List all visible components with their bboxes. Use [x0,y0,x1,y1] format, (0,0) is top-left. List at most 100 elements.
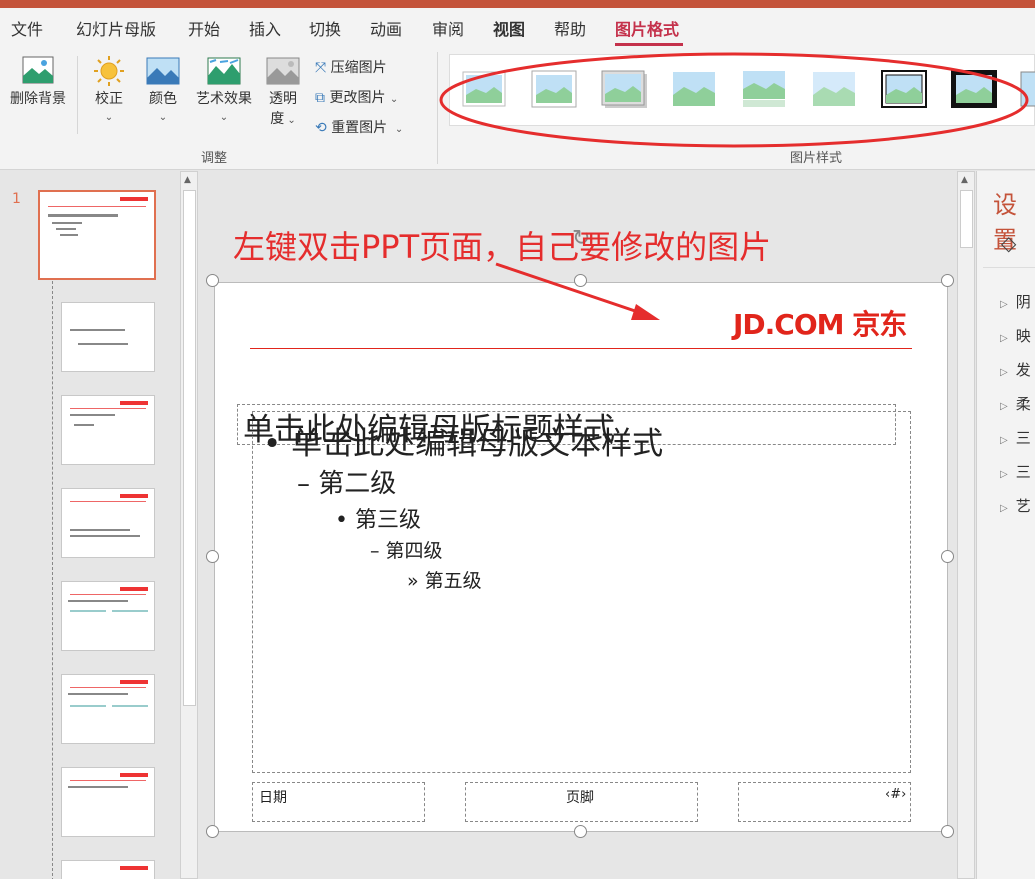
pane-section-3d-format[interactable]: ▷ 三 [1000,427,1031,448]
resize-handle-bottom-right[interactable] [941,825,954,838]
scrollbar-thumb[interactable] [960,190,973,248]
annotation-arrow-icon [495,262,660,320]
color-label: 颜色 [149,91,177,107]
tab-home[interactable]: 开始 [188,16,220,40]
resize-handle-bottom[interactable] [574,825,587,838]
fill-line-icon[interactable]: ◇ [1001,231,1016,255]
corrections-label: 校正 [95,91,123,107]
transparency-icon [266,57,300,85]
tab-transitions[interactable]: 切换 [309,16,341,40]
expand-triangle-icon: ▷ [1000,401,1008,412]
chevron-down-icon: ⌄ [104,112,114,123]
slide-thumbnail-layout[interactable] [61,674,155,744]
editor-scrollbar[interactable]: ▲ [957,171,975,879]
page-number-placeholder[interactable]: ‹#› [738,782,911,822]
compress-label: 压缩图片 [330,60,387,76]
ribbon: 删除背景 校正 ⌄ 颜色 ⌄ 艺术效果 ⌄ 透明 度 ⌄ ⤧ 压缩图片 ⧉ 更改… [0,46,1035,170]
transparency-label-2: 度 [270,111,285,127]
expand-triangle-icon: ▷ [1000,469,1008,480]
body-level-1: • 单击此处编辑母版文本样式 [263,426,664,462]
tab-help[interactable]: 帮助 [554,16,586,40]
picture-color-icon [146,57,180,85]
slide-thumbnail-layout[interactable] [61,767,155,837]
tab-insert[interactable]: 插入 [249,16,281,40]
reset-picture-button[interactable]: ⟲ 重置图片 ⌄ [315,117,403,137]
resize-handle-left[interactable] [206,550,219,563]
pane-section-reflection[interactable]: ▷ 映 [1000,325,1031,346]
format-picture-pane: 设置 ◇ [976,171,1035,879]
red-ellipse-annotation [439,52,1029,148]
date-text: 日期 [259,790,287,806]
ribbon-separator [77,56,78,134]
slide-thumbnail-layout[interactable] [61,302,155,372]
remove-background-label: 删除背景 [10,91,66,107]
slide-number: 1 [12,191,21,207]
thumbnails-scrollbar[interactable]: ▲ [180,171,198,879]
slide-thumbnail-master[interactable] [38,190,156,280]
slide-thumbnails-pane: 1 ▲ [0,171,200,879]
slide-thumbnail-layout[interactable] [61,395,155,465]
thumbnail-tree-line [52,281,53,879]
transparency-button[interactable]: 透明 度 ⌄ [262,54,304,128]
artistic-effects-icon [207,57,241,85]
chevron-down-icon: ⌄ [219,112,229,123]
footer-text: 页脚 [566,790,594,806]
compress-pictures-button[interactable]: ⤧ 压缩图片 [315,57,387,77]
expand-triangle-icon: ▷ [1000,299,1008,310]
tab-file[interactable]: 文件 [11,16,43,40]
change-picture-button[interactable]: ⧉ 更改图片 ⌄ [315,87,398,107]
group-label-adjust: 调整 [201,151,228,166]
resize-handle-right[interactable] [941,550,954,563]
tab-slide-master[interactable]: 幻灯片母版 [76,16,156,40]
resize-handle-bottom-left[interactable] [206,825,219,838]
pane-section-artistic-effects[interactable]: ▷ 艺 [1000,495,1031,516]
artistic-effects-label: 艺术效果 [196,91,252,107]
corrections-button[interactable]: 校正 ⌄ [88,54,130,124]
page-number-text: ‹#› [885,787,907,802]
tab-view[interactable]: 视图 [493,16,525,40]
tab-review[interactable]: 审阅 [432,16,464,40]
scroll-up-icon[interactable]: ▲ [184,175,191,185]
body-level-5: » 第五级 [407,570,482,592]
pane-section-shadow[interactable]: ▷ 阴 [1000,291,1031,312]
scroll-up-icon[interactable]: ▲ [961,175,968,185]
slide-thumbnail-layout[interactable] [61,860,155,879]
compress-icon: ⤧ [315,60,327,76]
tab-picture-format[interactable]: 图片格式 [615,16,679,40]
pane-section-soft-edges[interactable]: ▷ 柔 [1000,393,1031,414]
chevron-down-icon: ⌄ [389,94,399,105]
resize-handle-top-right[interactable] [941,274,954,287]
window-title-bar [0,0,1035,8]
remove-background-button[interactable]: 删除背景 [8,54,68,108]
footer-placeholder[interactable]: 页脚 [465,782,698,822]
scrollbar-thumb[interactable] [183,190,196,706]
body-level-2: – 第二级 [297,469,397,499]
ribbon-tabs: 文件 幻灯片母版 开始 插入 切换 动画 审阅 视图 帮助 图片格式 [0,8,1035,46]
body-level-3: • 第三级 [335,508,421,533]
slide-thumbnail-layout[interactable] [61,581,155,651]
chevron-down-icon: ⌄ [391,124,404,135]
expand-triangle-icon: ▷ [1000,503,1008,514]
reset-picture-label: 重置图片 [331,120,388,136]
body-level-4: – 第四级 [370,540,443,562]
slide-thumbnail-layout[interactable] [61,488,155,558]
tab-animations[interactable]: 动画 [370,16,402,40]
slide-canvas[interactable]: JD.COM 京东 单击此处编辑母版标题样式 • 单击此处编辑母版文本样式 – … [214,282,948,832]
sun-icon [94,56,124,86]
header-rule [250,348,912,349]
change-picture-label: 更改图片 [329,90,386,106]
pane-section-glow[interactable]: ▷ 发 [1000,359,1031,380]
expand-triangle-icon: ▷ [1000,367,1008,378]
change-picture-icon: ⧉ [315,90,325,106]
date-placeholder[interactable]: 日期 [252,782,425,822]
transparency-label: 透明 [269,91,297,107]
expand-triangle-icon: ▷ [1000,435,1008,446]
artistic-effects-button[interactable]: 艺术效果 ⌄ [193,54,255,124]
chevron-down-icon: ⌄ [284,115,296,126]
pane-section-3d-rotation[interactable]: ▷ 三 [1000,461,1031,482]
chevron-down-icon: ⌄ [158,112,168,123]
color-button[interactable]: 颜色 ⌄ [142,54,184,124]
resize-handle-top-left[interactable] [206,274,219,287]
pane-divider [983,267,1035,268]
jd-logo[interactable]: JD.COM 京东 [733,303,907,343]
